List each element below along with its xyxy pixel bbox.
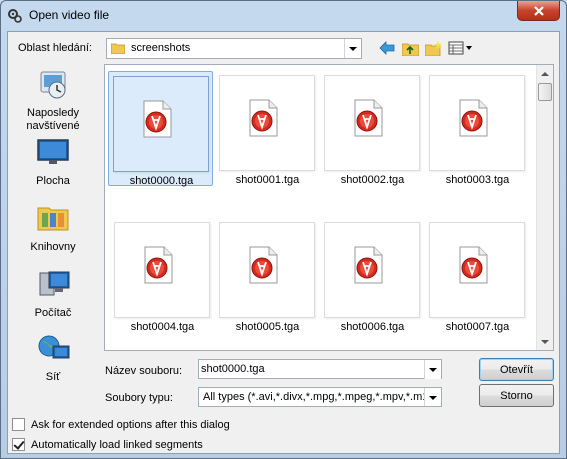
file-tile[interactable]: shot0006.tga (320, 218, 425, 333)
desktop-icon (37, 139, 69, 164)
extended-options-checkbox[interactable] (12, 418, 25, 431)
cancel-button[interactable]: Storno (479, 384, 554, 407)
file-tile[interactable]: shot0007.tga (425, 218, 530, 333)
linked-segments-checkbox[interactable] (12, 438, 25, 451)
place-desktop[interactable]: Plocha (8, 136, 98, 188)
new-folder-icon[interactable] (424, 39, 442, 57)
window-title: Open video file (29, 8, 110, 22)
file-name: shot0002.tga (340, 174, 405, 186)
chevron-down-icon (541, 339, 549, 344)
view-menu-icon[interactable] (448, 39, 474, 57)
up-folder-icon[interactable] (401, 39, 419, 57)
file-name-input[interactable] (201, 362, 421, 376)
folder-icon (111, 43, 125, 54)
file-name-label: Název souboru: (105, 365, 183, 377)
file-type-select[interactable]: All types (*.avi,*.divx,*.mpg,*.mpeg,*.m… (198, 387, 442, 407)
file-tile[interactable]: shot0003.tga (425, 71, 530, 186)
place-recent-label: Naposledy navštívené (26, 107, 80, 132)
file-name: shot0005.tga (235, 321, 300, 333)
file-type-icon (249, 99, 278, 137)
file-tile[interactable]: shot0001.tga (215, 71, 320, 186)
chevron-up-icon (541, 71, 549, 76)
places-bar: Naposledy navštívené Plocha Knihovny Poč… (8, 64, 98, 383)
linked-segments-row[interactable]: Automatically load linked segments (12, 438, 203, 451)
computer-icon (39, 271, 70, 296)
close-button[interactable] (517, 1, 560, 21)
file-type-icon (144, 246, 173, 284)
open-button[interactable]: Otevřít (479, 358, 554, 381)
file-type-icon (354, 99, 383, 137)
file-tile[interactable]: shot0000.tga (108, 71, 213, 187)
file-name: shot0001.tga (235, 174, 300, 186)
place-libraries[interactable]: Knihovny (8, 202, 98, 254)
close-icon (533, 5, 544, 16)
place-libraries-label: Knihovny (30, 241, 76, 253)
file-type-icon (354, 246, 383, 284)
file-type-label: Soubory typu: (105, 392, 173, 404)
file-name: shot0007.tga (445, 321, 510, 333)
extended-options-label: Ask for extended options after this dial… (31, 418, 230, 431)
file-type-icon (459, 246, 488, 284)
scroll-thumb[interactable] (538, 83, 552, 101)
file-tile[interactable]: shot0005.tga (215, 218, 320, 333)
back-arrow-icon[interactable] (378, 39, 396, 57)
place-recent[interactable]: Naposledy navštívené (8, 68, 98, 133)
place-desktop-label: Plocha (36, 175, 70, 187)
title-bar[interactable]: Open video file (1, 1, 566, 31)
file-name: shot0006.tga (340, 321, 405, 333)
network-icon (38, 335, 70, 359)
scroll-up-button[interactable] (537, 65, 553, 82)
scroll-down-button[interactable] (537, 333, 553, 350)
place-computer-label: Počítač (34, 307, 72, 319)
chevron-down-icon[interactable] (424, 388, 441, 406)
file-name-field[interactable] (198, 359, 442, 379)
chevron-down-icon[interactable] (424, 360, 441, 379)
chevron-down-icon[interactable] (344, 39, 361, 58)
look-in-label: Oblast hledání: (18, 42, 92, 54)
file-tile[interactable]: shot0002.tga (320, 71, 425, 186)
file-name: shot0000.tga (129, 175, 194, 187)
file-name: shot0004.tga (130, 321, 195, 333)
place-network[interactable]: Síť (8, 332, 98, 384)
extended-options-row[interactable]: Ask for extended options after this dial… (12, 418, 230, 431)
recent-places-icon (40, 71, 66, 99)
libraries-icon (37, 207, 69, 231)
file-tile[interactable]: shot0004.tga (110, 218, 215, 333)
file-list[interactable]: shot0000.tga shot0001.tga shot0002.tga s… (104, 64, 554, 351)
file-type-icon (459, 99, 488, 137)
place-network-label: Síť (45, 371, 61, 383)
look-in-combo[interactable]: screenshots (106, 38, 362, 59)
virtualdub-gears-icon (8, 9, 22, 23)
linked-segments-label: Automatically load linked segments (31, 438, 203, 451)
file-name: shot0003.tga (445, 174, 510, 186)
look-in-value: screenshots (131, 42, 191, 54)
file-type-icon (143, 100, 172, 138)
file-type-value: All types (*.avi,*.divx,*.mpg,*.mpeg,*.m… (203, 391, 425, 403)
vertical-scrollbar[interactable] (536, 65, 553, 350)
place-computer[interactable]: Počítač (8, 268, 98, 320)
file-type-icon (249, 246, 278, 284)
